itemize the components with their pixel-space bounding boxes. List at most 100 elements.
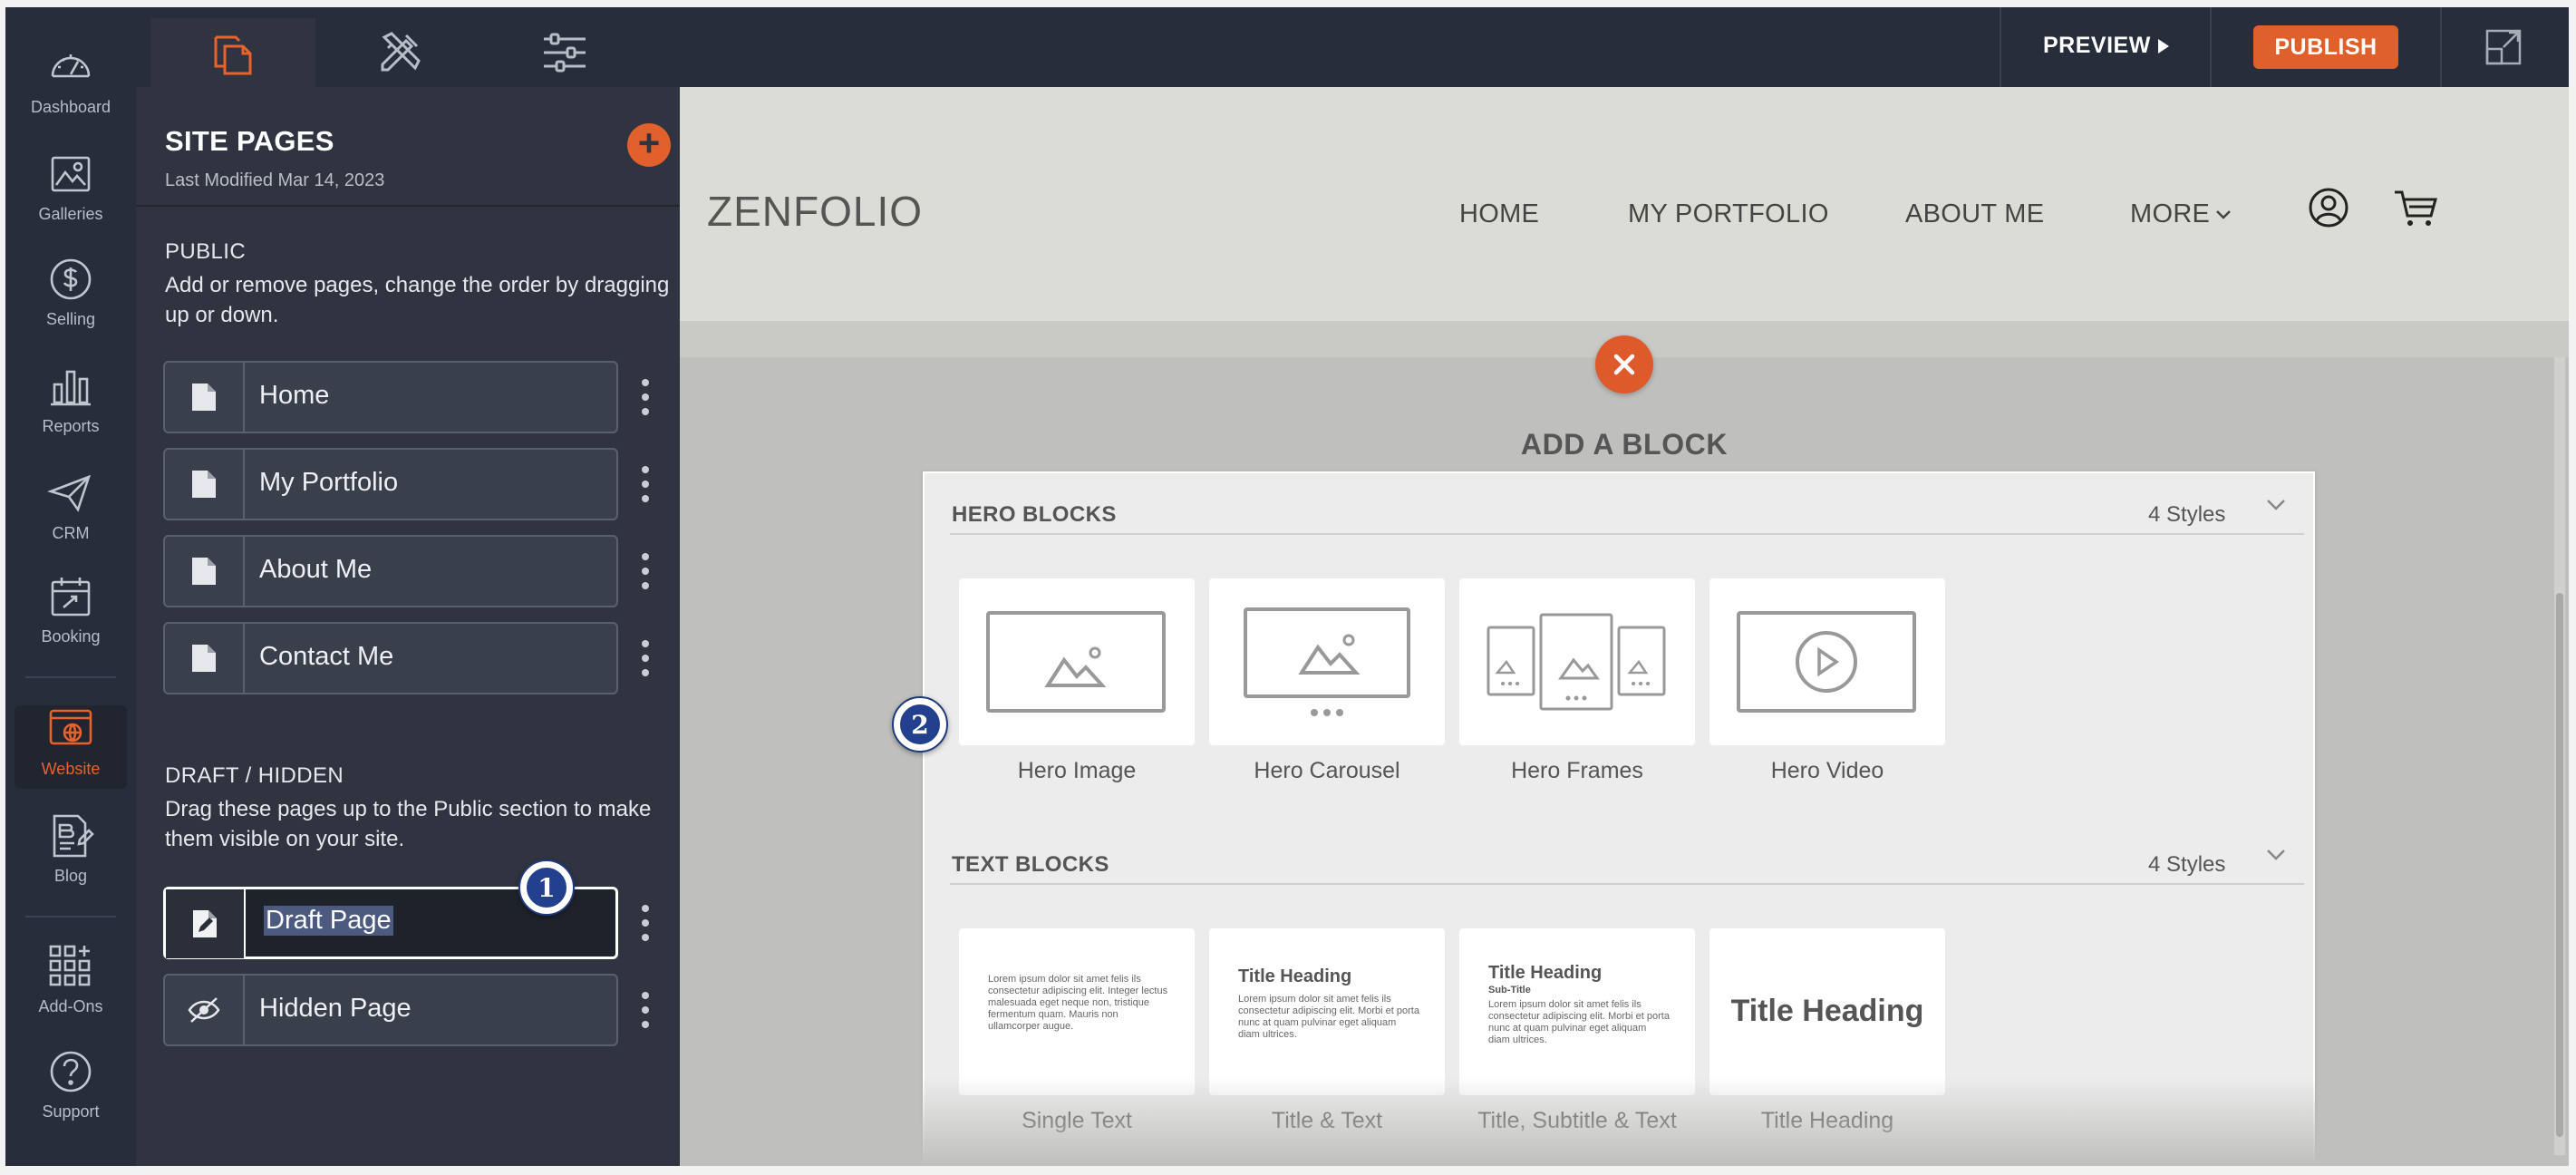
nav-label: Booking [41,627,101,646]
chevron-down-icon[interactable] [2264,843,2288,867]
draft-edit-icon [166,889,246,958]
site-nav-more[interactable]: MORE [2130,199,2232,229]
tab-design[interactable] [317,18,482,87]
page-row-home[interactable]: Home [163,361,618,433]
nav-label: Add-Ons [38,997,103,1015]
cart-icon[interactable] [2393,189,2438,228]
page-icon [165,363,245,432]
last-modified-text: Last Modified Mar 14, 2023 [165,170,385,190]
nav-label: Dashboard [30,98,111,116]
nav-add-ons[interactable]: Add-Ons [5,943,136,1037]
nav-label: Selling [45,310,96,328]
preview-body-text: Lorem ipsum dolor sit amet felis ils con… [1238,994,1419,1040]
nav-galleries[interactable]: Galleries [5,151,136,245]
nav-label: Galleries [38,205,103,223]
preview-heading: Title Heading [1238,966,1352,986]
page-options-menu[interactable] [640,553,651,589]
tab-pages[interactable] [150,18,315,87]
publish-button[interactable]: PUBLISH [2253,25,2398,69]
block-tile-hero-frames[interactable] [1459,578,1695,745]
block-tile-title-heading[interactable]: Title Heading [1709,928,1945,1095]
tile-label: Hero Frames [1511,758,1643,783]
page-icon [165,450,245,519]
eye-slash-icon [165,976,245,1044]
add-page-button[interactable]: + [627,123,671,167]
divider [950,883,2304,885]
tile-label: Hero Carousel [1254,758,1400,783]
nav-blog[interactable]: Blog [5,812,136,907]
page-name-input[interactable]: Draft Page [264,906,393,936]
tile-label: Hero Image [1017,758,1137,783]
block-tile-title-subtitle-text[interactable]: Title Heading Sub-Title Lorem ipsum dolo… [1459,928,1695,1095]
page-row-hidden-page[interactable]: Hidden Page [163,974,618,1046]
block-tile-title-text[interactable]: Title Heading Lorem ipsum dolor sit amet… [1209,928,1445,1095]
website-preview-header: ZENFOLIO HOME MY PORTFOLIO ABOUT ME MORE [680,87,2569,321]
divider [2000,7,2001,87]
page-options-menu[interactable] [640,992,651,1028]
block-tile-hero-video[interactable] [1709,578,1945,745]
divider [2210,7,2212,87]
page-row-contact-me[interactable]: Contact Me [163,622,618,694]
design-tools-icon [381,32,421,72]
calendar-icon [51,578,91,617]
nav-dashboard[interactable]: Dashboard [5,44,136,138]
preview-heading: Title Heading [1730,994,1924,1028]
page-row-about-me[interactable]: About Me [163,535,618,607]
website-icon [49,709,92,745]
page-row-my-portfolio[interactable]: My Portfolio [163,448,618,520]
page-icon [165,537,245,606]
preview-button[interactable]: PREVIEW [2043,33,2169,59]
scrollbar-thumb[interactable] [2556,593,2563,1137]
page-options-menu[interactable] [640,640,651,676]
public-section-description: Add or remove pages, change the order by… [165,273,670,327]
page-label: Home [259,381,330,410]
divider [2440,7,2442,87]
nav-crm[interactable]: CRM [5,470,136,564]
nav-selling[interactable]: Selling [5,256,136,350]
nav-reports[interactable]: Reports [5,363,136,457]
site-nav-home[interactable]: HOME [1459,199,1539,229]
nav-website[interactable]: Website [15,705,127,789]
divider [950,533,2304,535]
nav-label: CRM [52,524,90,542]
paper-plane-icon [47,474,92,512]
page-label: My Portfolio [259,468,399,497]
close-add-block-button[interactable] [1595,335,1653,393]
block-tile-hero-image[interactable] [959,578,1195,745]
block-tile-single-text[interactable]: Lorem ipsum dolor sit amet felis ils con… [959,928,1195,1095]
chevron-down-icon[interactable] [2264,493,2288,517]
panel-tabs [136,7,680,87]
app-window: Dashboard Galleries Selling Reports CRM … [5,7,2569,1166]
site-logo[interactable]: ZENFOLIO [707,187,923,236]
panel-title: SITE PAGES [165,125,334,157]
category-title: HERO BLOCKS [952,502,1117,527]
draft-section-description: Drag these pages up to the Public sectio… [165,797,652,851]
expand-icon[interactable] [2484,27,2523,67]
preview-body-text: Lorem ipsum dolor sit amet felis ils con… [1488,999,1670,1045]
page-options-menu[interactable] [640,379,651,415]
image-icon [51,156,91,192]
nav-label: Support [42,1102,100,1121]
divider [25,676,116,678]
scrollbar[interactable] [2554,357,2565,1155]
nav-more-label: MORE [2130,199,2211,228]
nav-label: Website [41,760,101,778]
account-icon[interactable] [2308,187,2349,228]
block-tile-hero-carousel[interactable] [1209,578,1445,745]
nav-booking[interactable]: Booking [5,573,136,667]
nav-label: Reports [42,417,100,435]
chevron-down-icon [2216,209,2232,219]
page-options-menu[interactable] [640,466,651,502]
tile-label: Title Heading [1760,1108,1894,1133]
close-icon [1613,354,1635,375]
tab-settings[interactable] [482,18,647,87]
settings-sliders-icon [544,33,586,73]
tile-label: Hero Video [1770,758,1884,783]
main-nav-rail: Dashboard Galleries Selling Reports CRM … [5,7,136,1166]
nav-support[interactable]: Support [5,1048,136,1142]
page-options-menu[interactable] [640,905,651,941]
site-nav-my-portfolio[interactable]: MY PORTFOLIO [1628,199,1829,229]
preview-body-text: Lorem ipsum dolor sit amet felis ils con… [988,974,1168,1032]
grid-plus-icon [49,945,91,986]
site-nav-about-me[interactable]: ABOUT ME [1905,199,2044,229]
